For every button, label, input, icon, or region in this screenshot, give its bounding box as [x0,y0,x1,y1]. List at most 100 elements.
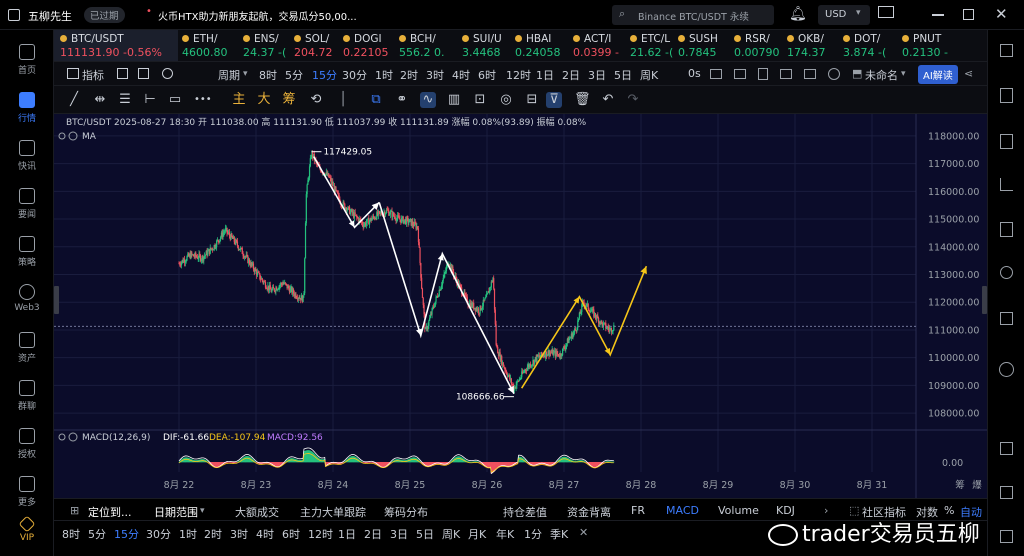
period-option[interactable]: 月K [468,526,486,542]
period-option[interactable]: 2日 [562,67,580,83]
nav-item-chat[interactable]: 群聊 [0,380,54,412]
indicators-button[interactable]: 指标 [82,67,104,83]
indicator-tab[interactable]: 主力大单跟踪 [300,504,366,520]
indicator-tab[interactable]: 资金背离 [567,504,611,520]
period-option[interactable]: 1时 [375,67,393,83]
maximize-icon[interactable] [963,9,974,20]
period-option[interactable]: 15分 [312,67,337,83]
period-option[interactable]: 6时 [282,526,300,542]
magnet-icon[interactable]: ∿ [420,92,436,108]
period-option[interactable]: 5日 [614,67,632,83]
nav-item-more[interactable]: 更多 [0,476,54,508]
period-option[interactable]: 6时 [478,67,496,83]
period-option[interactable]: 8时 [259,67,277,83]
period-option[interactable]: 5日 [416,526,434,542]
save-icon[interactable] [758,68,768,80]
candle-type-icon[interactable]: ▥ [446,92,462,108]
period-option[interactable]: 15分 [114,526,139,542]
big-order-tool[interactable]: 大 [256,92,272,108]
period-option[interactable]: 30分 [342,67,367,83]
indicator-tab[interactable]: 定位到... [88,504,132,520]
list-icon[interactable] [1000,134,1013,149]
ticker-item[interactable]: ETC/L 21.62 -( [630,32,673,60]
ticker-item[interactable]: BTC/USDT 111131.90 -0.56% [60,32,162,60]
ticker-item[interactable]: HBAI 0.24058 [515,32,561,60]
news-ticker[interactable]: 火币HTX助力新朋友起航，交易瓜分50,00... [158,8,357,23]
period-option[interactable]: 5分 [88,526,106,542]
panel-icon[interactable] [1000,530,1013,543]
indicator-tab[interactable]: 筹码分布 [384,504,428,520]
chart-area[interactable]: 8月 22 8月 23 8月 24 8月 25 8月 26 8月 27 8月 28 8月 29… [54,114,987,498]
link-icon[interactable]: ⚭ [394,92,410,108]
grid-icon[interactable] [1000,44,1013,57]
ticker-item[interactable]: DOT/3.874 -( [843,32,886,60]
nav-item-assets[interactable]: 资产 [0,332,54,364]
period-option[interactable]: 4时 [256,526,274,542]
horizontal-ray-icon[interactable]: ⇹ [92,92,108,108]
layout-toggle-icon[interactable]: ⬒ [852,67,862,80]
period-option[interactable]: 周K [640,67,658,83]
chart-circle-icon[interactable] [1000,266,1013,279]
clock-icon[interactable] [162,68,173,79]
period-option[interactable]: 1时 [179,526,197,542]
document-icon[interactable] [1000,88,1013,103]
ticker-item[interactable]: BCH/556.2 0. [399,32,445,60]
nav-item-home[interactable]: 首页 [0,44,54,76]
ticker-item[interactable]: SUI/U 3.4468 [462,32,502,60]
period-option[interactable]: 5分 [285,67,303,83]
period-option[interactable]: 3时 [426,67,444,83]
trash-icon[interactable]: 🗑︎ [574,92,591,108]
minimize-icon[interactable] [932,14,944,16]
fullscreen-icon[interactable] [734,69,746,79]
nav-item-vip[interactable]: VIP [0,515,54,543]
period-option[interactable]: 3日 [588,67,606,83]
layout-icon[interactable] [138,68,149,79]
layers-icon[interactable] [1000,312,1013,325]
currency-select[interactable]: USD ▾ [818,5,870,25]
nav-item-headlines[interactable]: 要闻 [0,188,54,220]
layout-name-select[interactable]: 未命名 [865,67,898,83]
nav-item-web3[interactable]: Web3 [0,284,54,313]
period-option[interactable]: 3日 [390,526,408,542]
period-option[interactable]: 4时 [452,67,470,83]
ticker-item[interactable]: ACT/I 0.0399 - [573,32,619,60]
notes-icon[interactable] [1000,222,1013,237]
period-option[interactable]: 1分 [524,526,542,542]
nav-item-strategy[interactable]: 策略 [0,236,54,268]
ticker-item[interactable]: ETH/4600.80 [182,32,228,60]
more-tools-icon[interactable]: ••• [194,92,212,108]
rectangle-tool-icon[interactable]: ▭ [167,92,183,108]
period-option[interactable]: 2时 [204,526,222,542]
mail-icon[interactable] [878,6,894,18]
ticker-item[interactable]: PNUT 0.2130 - [902,32,948,60]
trend-icon[interactable] [1000,178,1013,191]
ticker-item[interactable]: OKB/174.37 [787,32,826,60]
period-option[interactable]: 12时 [506,67,531,83]
ticker-item[interactable]: SOL/204.72 [294,32,333,60]
ticker-item[interactable]: ENS/24.37 -( [243,32,286,60]
period-select[interactable]: 周期 [218,67,240,83]
search-box[interactable]: ⌕ Binance BTC/USDT 永续 [612,5,774,25]
period-option[interactable]: 2日 [364,526,382,542]
ticker-item[interactable]: SUSH 0.7845 [678,32,718,60]
period-option[interactable]: 8时 [62,526,80,542]
close-icon[interactable]: ✕ [995,5,1008,23]
indicator-tab[interactable]: FR [631,504,645,517]
period-option[interactable]: 季K [550,526,568,542]
indicator-tab[interactable]: 持仓差值 [503,504,547,520]
template-icon[interactable] [804,69,816,79]
horizontal-line-icon[interactable]: ⊢ [142,92,158,108]
nav-item-auth[interactable]: 授权 [0,428,54,460]
period-option[interactable]: 12时 [308,526,333,542]
period-option[interactable]: 2时 [400,67,418,83]
calendar-icon[interactable] [117,68,128,79]
indicator-tab[interactable]: MACD [666,504,699,517]
camera-icon[interactable] [710,69,722,79]
window-icon[interactable] [1000,442,1013,455]
settings-icon[interactable] [828,68,840,80]
copy-icon[interactable]: ⧉ [368,92,384,108]
compare-icon[interactable] [780,69,792,79]
ticker-item[interactable]: DOGI 0.22105 [343,32,389,60]
reset-icon[interactable]: ⟲ [308,92,324,108]
period-option[interactable]: 3时 [230,526,248,542]
